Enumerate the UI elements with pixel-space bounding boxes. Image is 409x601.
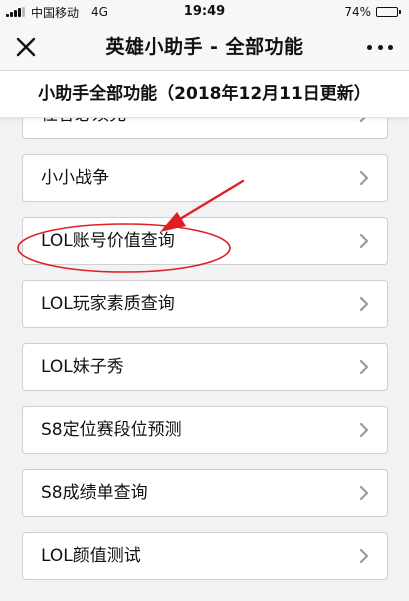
more-dots-icon[interactable] [367,38,393,56]
chevron-right-icon [359,359,369,375]
page-header: 小助手全部功能（2018年12月11日更新） [0,71,409,118]
function-item-label: 小小战争 [41,168,109,188]
chevron-right-icon [359,548,369,564]
battery-percent: 74% [344,5,371,19]
function-item-label: LOL玩家素质查询 [41,294,175,314]
function-item-label: 任答必须充 [41,117,126,138]
function-list: 任答必须充 小小战争 LOL账号价值查询 LOL玩家素质查询 LOL妹子秀 S8… [22,117,388,595]
function-item-label: LOL妹子秀 [41,357,124,377]
function-item-label: S8成绩单查询 [41,483,148,503]
function-list-scroll[interactable]: 任答必须充 小小战争 LOL账号价值查询 LOL玩家素质查询 LOL妹子秀 S8… [0,117,409,601]
close-icon[interactable] [14,35,38,59]
function-item-5[interactable]: S8定位赛段位预测 [22,406,388,454]
nav-bar: 英雄小助手 - 全部功能 [0,24,409,71]
function-item-0[interactable]: 任答必须充 [22,117,388,139]
status-bar: 中国移动 4G 19:49 74% [0,0,409,24]
nav-title: 英雄小助手 - 全部功能 [105,36,304,58]
function-item-2[interactable]: LOL账号价值查询 [22,217,388,265]
battery-icon [376,7,401,17]
function-item-3[interactable]: LOL玩家素质查询 [22,280,388,328]
function-item-1[interactable]: 小小战争 [22,154,388,202]
function-item-label: LOL颜值测试 [41,546,141,566]
chevron-right-icon [359,296,369,312]
function-item-label: S8定位赛段位预测 [41,420,182,440]
chevron-right-icon [359,233,369,249]
chevron-right-icon [359,485,369,501]
function-item-6[interactable]: S8成绩单查询 [22,469,388,517]
chevron-right-icon [359,422,369,438]
status-right: 74% [344,0,401,24]
function-item-4[interactable]: LOL妹子秀 [22,343,388,391]
function-item-7[interactable]: LOL颜值测试 [22,532,388,580]
chevron-right-icon [359,170,369,186]
function-item-label: LOL账号价值查询 [41,231,175,251]
